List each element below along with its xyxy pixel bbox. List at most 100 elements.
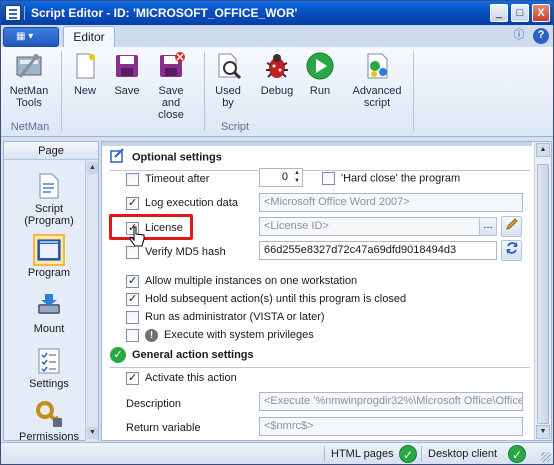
title-bar: Script Editor - ID: 'MICROSOFT_OFFICE_WO… — [1, 1, 553, 25]
save-icon — [112, 51, 142, 81]
advanced-script-button[interactable]: Advanced script — [347, 51, 407, 109]
run-as-admin-checkbox[interactable] — [126, 310, 139, 324]
settings-list-icon — [35, 347, 63, 375]
app-menu-chevron-icon: ▾ — [28, 31, 34, 42]
save-and-close-button[interactable]: Save and close — [147, 51, 195, 121]
license-edit-button[interactable] — [501, 216, 522, 237]
license-browse-button[interactable]: ... — [479, 217, 497, 236]
desktop-client-ok-icon[interactable]: ✓ — [508, 445, 526, 463]
advanced-script-label: Advanced script — [352, 85, 402, 109]
info-icon[interactable]: ⓘ — [511, 28, 527, 44]
log-execution-field[interactable]: <Microsoft Office Word 2007> — [259, 193, 523, 212]
optional-settings-icon — [110, 148, 126, 167]
sidebar-item-program[interactable]: Program — [10, 234, 88, 279]
sidebar-scrollbar[interactable]: ▲ ▼ — [85, 160, 98, 441]
general-action-settings-title: General action settings — [132, 348, 254, 361]
log-execution-row: Log execution data — [126, 196, 238, 210]
license-highlight-box — [109, 214, 193, 240]
ribbon-group-end-separator — [413, 51, 414, 131]
desktop-client-label: Desktop client — [428, 448, 498, 460]
netman-tools-button[interactable]: NetMan Tools — [5, 51, 53, 109]
activate-action-checkbox[interactable] — [126, 371, 139, 385]
scroll-down-arrow-icon[interactable]: ▼ — [536, 425, 550, 439]
license-id-field[interactable]: <License ID> — [259, 217, 497, 236]
sidebar-label-program: Program — [27, 267, 71, 279]
window-title: Script Editor - ID: 'MICROSOFT_OFFICE_WO… — [31, 6, 298, 20]
resize-grip-icon[interactable] — [541, 452, 551, 462]
scroll-thumb[interactable] — [537, 164, 549, 424]
html-pages-ok-icon[interactable]: ✓ — [399, 445, 417, 463]
allow-multiple-checkbox[interactable] — [126, 274, 139, 288]
status-separator-2 — [421, 446, 422, 462]
verify-md5-label: Verify MD5 hash — [145, 246, 226, 258]
ribbon-separator — [204, 51, 205, 131]
scroll-down-arrow-icon[interactable]: ▼ — [87, 427, 98, 439]
execute-system-row: ! Execute with system privileges — [126, 328, 314, 342]
program-icon — [33, 234, 65, 266]
verify-md5-checkbox[interactable] — [126, 245, 139, 259]
help-icon[interactable]: ? — [533, 28, 549, 44]
hold-subsequent-row: Hold subsequent action(s) until this pro… — [126, 292, 406, 306]
timeout-label: Timeout after — [145, 173, 210, 185]
hard-close-checkbox[interactable] — [322, 172, 335, 185]
scroll-up-arrow-icon[interactable]: ▲ — [87, 162, 98, 174]
scroll-up-arrow-icon[interactable]: ▲ — [536, 143, 550, 157]
log-execution-checkbox[interactable] — [126, 196, 139, 210]
hold-subsequent-checkbox[interactable] — [126, 292, 139, 306]
refresh-icon — [505, 242, 519, 258]
used-by-label: Used by — [215, 85, 241, 109]
sidebar-label-settings: Settings — [29, 378, 69, 390]
sidebar-item-script-program[interactable]: Script (Program) — [10, 172, 88, 227]
page-sidebar: Page Script (Program) Program Mount Sett… — [3, 141, 99, 443]
script-editor-window: Script Editor - ID: 'MICROSOFT_OFFICE_WO… — [0, 0, 554, 465]
minimize-button[interactable]: _ — [490, 4, 508, 22]
used-by-button[interactable]: Used by — [210, 51, 246, 109]
grid-icon: ▦ — [16, 31, 29, 42]
maximize-button[interactable]: □ — [511, 4, 529, 22]
save-button[interactable]: Save — [109, 51, 145, 97]
return-variable-field[interactable]: <$nmrc$> — [259, 417, 523, 436]
debug-bug-icon — [262, 51, 292, 81]
timeout-row: Timeout after — [126, 172, 209, 186]
used-by-icon — [213, 51, 243, 81]
main-scrollbar[interactable]: ▲ ▼ — [534, 142, 551, 440]
activate-action-row: Activate this action — [126, 371, 237, 385]
md5-hash-field[interactable]: 66d255e8327d72c47a69dfd9018494d3 — [259, 241, 497, 260]
optional-settings-header: Optional settings — [110, 148, 222, 167]
new-button[interactable]: New — [67, 51, 103, 97]
sidebar-label-mount: Mount — [33, 323, 65, 335]
new-label: New — [73, 85, 96, 97]
section-divider — [110, 170, 530, 171]
save-label: Save — [114, 85, 140, 97]
optional-settings-title: Optional settings — [132, 151, 222, 164]
warning-icon: ! — [145, 328, 158, 342]
run-as-admin-row: Run as administrator (VISTA or later) — [126, 310, 325, 324]
section-divider-2 — [110, 367, 530, 368]
status-separator — [324, 446, 325, 462]
execute-system-checkbox[interactable] — [126, 328, 139, 342]
netman-tools-icon — [14, 51, 44, 81]
sidebar-item-settings[interactable]: Settings — [10, 347, 88, 390]
debug-label: Debug — [260, 85, 294, 97]
program-settings-panel: Optional settings Timeout after 0 ▲ ▼ 'Ha… — [101, 141, 552, 441]
close-button[interactable]: X — [532, 4, 550, 22]
sidebar-item-permissions[interactable]: Permissions — [10, 400, 88, 443]
verify-md5-row: Verify MD5 hash — [126, 245, 226, 259]
app-menu-icon[interactable] — [5, 5, 21, 21]
description-field[interactable]: <Execute '%nmwinprogdir32%\Microsoft Off… — [259, 392, 523, 411]
new-doc-icon — [70, 51, 100, 81]
application-menu-button[interactable]: ▦ ▾ — [3, 27, 59, 47]
save-and-close-label: Save and close — [158, 85, 184, 121]
allow-multiple-row: Allow multiple instances on one workstat… — [126, 274, 357, 288]
return-variable-label: Return variable — [126, 422, 201, 434]
timeout-checkbox[interactable] — [126, 172, 139, 186]
ribbon: NetMan Tools NetMan New Save Save and cl… — [1, 47, 553, 137]
md5-refresh-button[interactable] — [501, 240, 522, 261]
description-label: Description — [126, 398, 182, 410]
run-button[interactable]: Run — [303, 51, 337, 97]
debug-button[interactable]: Debug — [257, 51, 297, 97]
log-execution-label: Log execution data — [145, 197, 238, 209]
tab-editor[interactable]: Editor — [63, 26, 115, 48]
sidebar-item-mount[interactable]: Mount — [10, 292, 88, 335]
timeout-spinner-icon[interactable]: ▲ ▼ — [292, 169, 302, 186]
